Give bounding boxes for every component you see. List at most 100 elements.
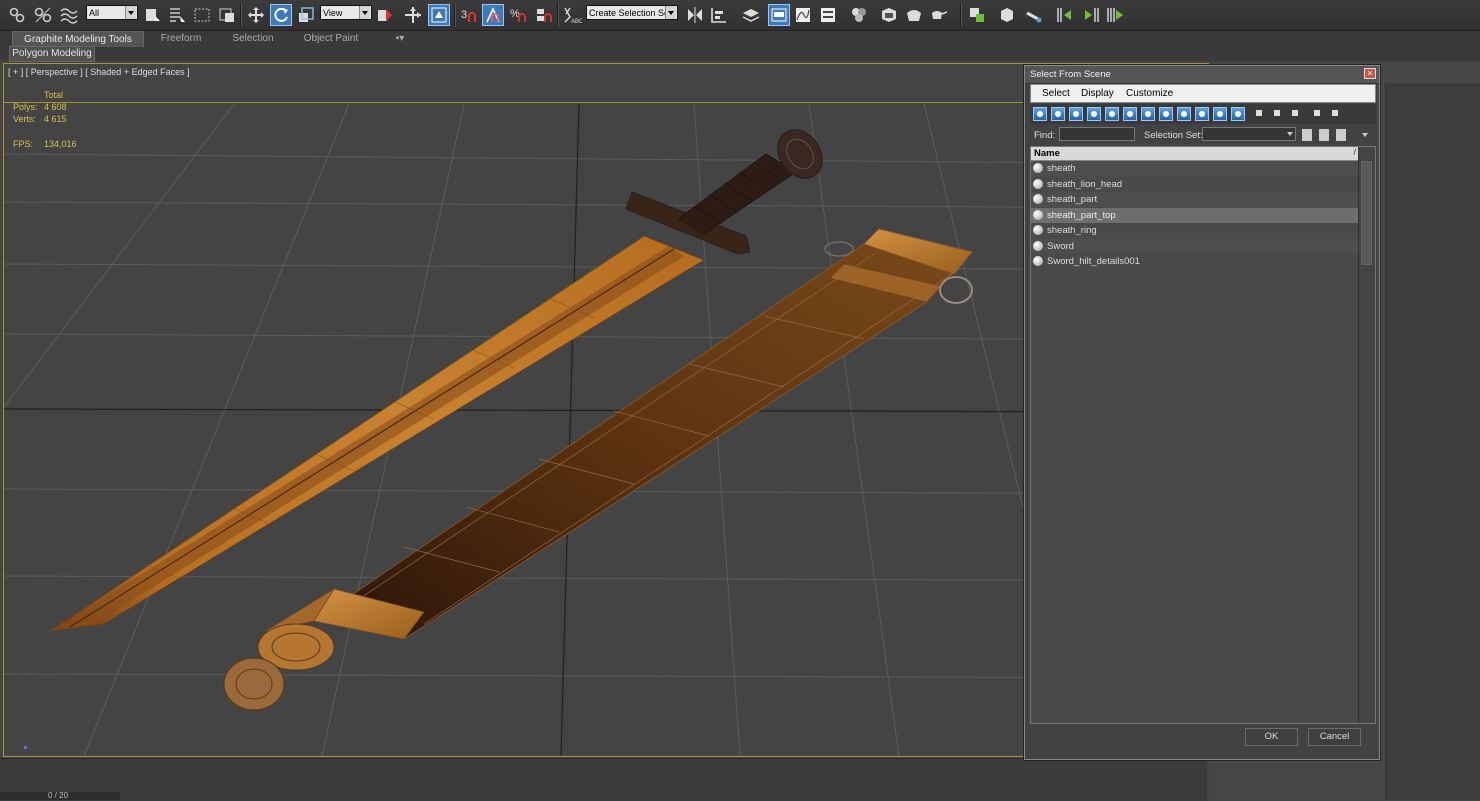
display-xrefs-icon[interactable]	[1159, 107, 1173, 121]
material-editor-icon[interactable]	[848, 4, 870, 26]
filter-icon[interactable]	[1311, 107, 1325, 121]
geometry-object-icon	[1033, 256, 1043, 266]
keyframe-set-icon[interactable]	[1104, 4, 1126, 26]
percent-snap-icon[interactable]: %	[507, 4, 529, 26]
ok-button[interactable]: OK	[1245, 728, 1298, 746]
select-invert-icon[interactable]	[1336, 129, 1346, 141]
display-containers-icon[interactable]	[1195, 107, 1209, 121]
tab-freeform[interactable]: Freeform	[150, 31, 212, 46]
selection-set-dropdown[interactable]	[1202, 127, 1296, 141]
list-item-label: Sword	[1047, 241, 1074, 252]
edit-named-selection-icon[interactable]: ABC	[561, 4, 583, 26]
schematic-view-icon[interactable]	[817, 4, 839, 26]
select-all-icon[interactable]	[1302, 129, 1312, 141]
tab-object-paint[interactable]: Object Paint	[296, 31, 366, 46]
menu-select[interactable]: Select	[1042, 88, 1070, 99]
command-panel-strip	[1385, 83, 1480, 800]
tab-selection[interactable]: Selection	[222, 31, 284, 46]
tab-graphite-modeling-tools[interactable]: Graphite Modeling Tools	[12, 31, 144, 47]
list-item-sheath-part-top[interactable]: sheath_part_top	[1031, 208, 1359, 223]
rendered-frame-window-icon[interactable]	[903, 4, 925, 26]
cancel-button[interactable]: Cancel	[1308, 728, 1361, 746]
select-and-scale-icon[interactable]	[295, 4, 317, 26]
graphite-modeling-toggle-icon[interactable]	[768, 4, 790, 26]
list-item-label: Sword_hilt_details001	[1047, 256, 1140, 267]
ribbon-options-icon[interactable]: ▪▾	[388, 31, 412, 46]
scrollbar-thumb[interactable]	[1361, 161, 1372, 265]
menu-customize[interactable]: Customize	[1126, 88, 1173, 99]
selection-filter-value: All	[89, 8, 100, 18]
scene-object-list[interactable]: Name / sheath sheath_lion_head sheath_pa…	[1030, 146, 1376, 724]
close-button[interactable]: ×	[1364, 68, 1376, 79]
stats-header: Total	[44, 90, 64, 100]
reference-coordinate-dropdown[interactable]: View	[320, 5, 372, 20]
list-item-sword-hilt-details001[interactable]: Sword_hilt_details001	[1031, 254, 1359, 269]
select-and-manipulate-icon[interactable]	[402, 4, 424, 26]
render-production-icon[interactable]	[928, 4, 950, 26]
find-row: Find: Selection Set:	[1030, 125, 1376, 145]
list-item-sheath-ring[interactable]: sheath_ring	[1031, 223, 1359, 238]
stats-fps-row: FPS: 134,016	[13, 138, 341, 153]
display-cameras-icon[interactable]	[1087, 107, 1101, 121]
viewport-layouts-icon[interactable]	[966, 4, 988, 26]
rectangular-selection-icon[interactable]	[191, 4, 213, 26]
unlink-selection-icon[interactable]	[32, 4, 54, 26]
select-and-rotate-icon[interactable]	[270, 4, 292, 26]
selection-filter-dropdown[interactable]: All	[86, 5, 138, 20]
keyframe-back-icon[interactable]	[1054, 4, 1076, 26]
render-setup-icon[interactable]	[878, 4, 900, 26]
bind-to-space-warp-icon[interactable]	[58, 4, 80, 26]
list-item-sheath-lion-head[interactable]: sheath_lion_head	[1031, 177, 1359, 192]
display-lights-icon[interactable]	[1069, 107, 1083, 121]
scene-states-icon[interactable]	[996, 4, 1018, 26]
display-hidden-icon[interactable]	[1231, 107, 1245, 121]
select-none-icon[interactable]	[1319, 129, 1329, 141]
menu-display[interactable]: Display	[1081, 88, 1114, 99]
display-groups-icon[interactable]	[1141, 107, 1155, 121]
layer-manager-icon[interactable]	[740, 4, 762, 26]
snaps-toggle-icon[interactable]: 3	[458, 4, 480, 26]
list-header-name-column[interactable]: Name /	[1031, 147, 1359, 161]
angle-snap-icon[interactable]	[482, 4, 504, 26]
list-item-sheath[interactable]: sheath	[1031, 161, 1359, 176]
display-geometry-icon[interactable]	[1033, 107, 1047, 121]
invert-display-icon[interactable]	[1289, 107, 1303, 121]
spinner-snap-icon[interactable]	[532, 4, 554, 26]
list-scrollbar[interactable]	[1358, 147, 1375, 723]
list-item-sword[interactable]: Sword	[1031, 239, 1359, 254]
select-by-name-icon[interactable]	[166, 4, 188, 26]
display-helpers-icon[interactable]	[1105, 107, 1119, 121]
display-frozen-icon[interactable]	[1213, 107, 1227, 121]
pipe-tool-icon[interactable]	[1023, 4, 1045, 26]
named-selection-set-dropdown[interactable]: Create Selection Se	[586, 5, 678, 20]
curve-editor-icon[interactable]	[792, 4, 814, 26]
list-item-label: sheath_part_top	[1047, 210, 1116, 221]
select-and-move-icon[interactable]	[245, 4, 267, 26]
window-crossing-icon[interactable]	[216, 4, 238, 26]
find-input[interactable]	[1059, 127, 1135, 141]
select-and-link-icon[interactable]	[6, 4, 28, 26]
pivot-point-center-icon[interactable]	[374, 4, 396, 26]
selection-set-label: Selection Set:	[1144, 130, 1203, 141]
stats-fps-label: FPS:	[13, 139, 34, 149]
origin-marker	[24, 746, 27, 749]
keyboard-shortcut-override-icon[interactable]	[428, 4, 450, 26]
display-shapes-icon[interactable]	[1051, 107, 1065, 121]
filter-options-icon[interactable]	[1329, 107, 1343, 121]
display-bones-icon[interactable]	[1177, 107, 1191, 121]
mirror-icon[interactable]	[684, 4, 706, 26]
panel-polygon-modeling[interactable]: Polygon Modeling	[9, 46, 95, 62]
select-from-scene-dialog: Select From Scene × Select Display Custo…	[1024, 65, 1380, 760]
keyframe-forward-icon[interactable]	[1080, 4, 1102, 26]
time-slider[interactable]: 0 / 20	[0, 791, 120, 800]
display-all-icon[interactable]	[1253, 107, 1267, 121]
align-icon[interactable]	[708, 4, 730, 26]
reference-coordinate-value: View	[323, 8, 343, 18]
collapse-arrow-icon[interactable]	[1362, 133, 1368, 137]
display-space-warps-icon[interactable]	[1123, 107, 1137, 121]
viewport-label[interactable]: [ + ] [ Perspective ] [ Shaded + Edged F…	[8, 67, 190, 77]
dialog-title-bar[interactable]: Select From Scene ×	[1025, 66, 1379, 84]
select-object-icon[interactable]	[141, 4, 163, 26]
display-none-icon[interactable]	[1271, 107, 1285, 121]
list-item-sheath-part[interactable]: sheath_part	[1031, 192, 1359, 207]
